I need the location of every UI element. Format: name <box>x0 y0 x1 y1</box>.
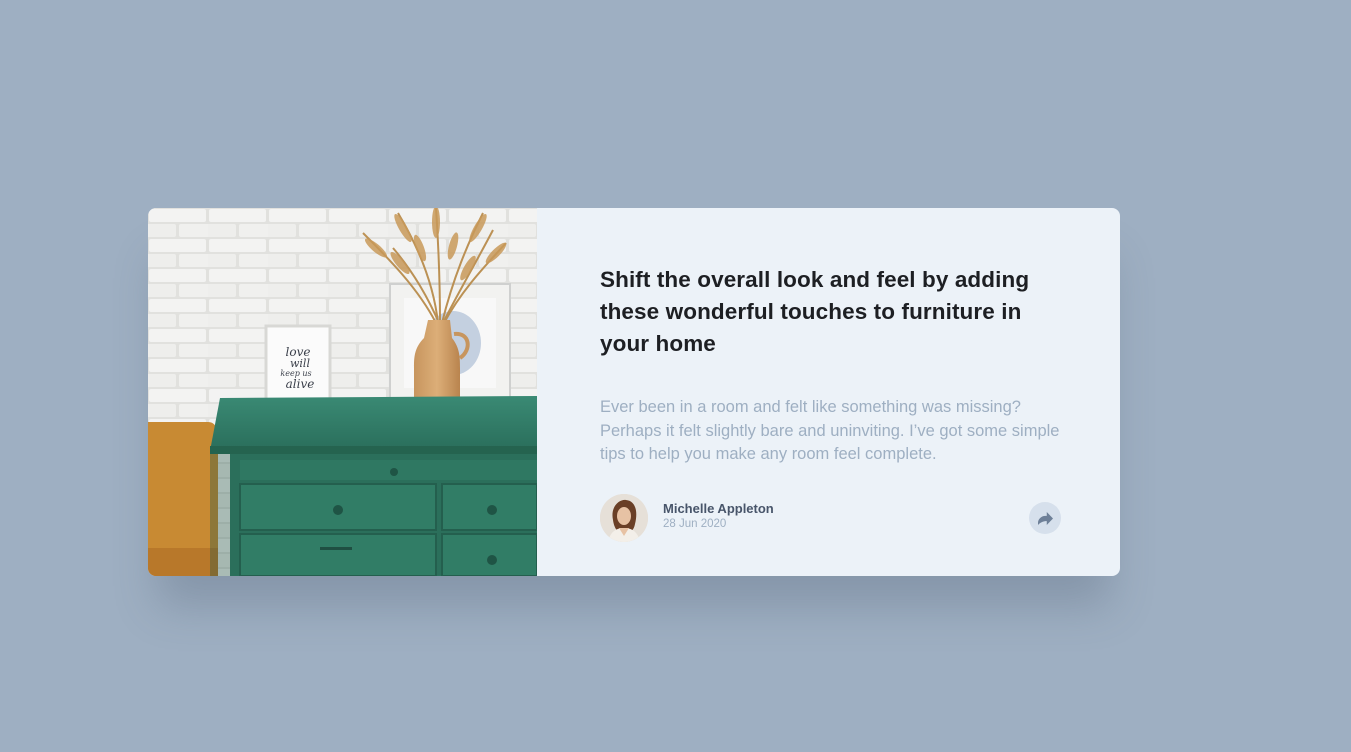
author-name: Michelle Appleton <box>663 501 774 516</box>
share-button[interactable] <box>1029 502 1061 534</box>
article-content: Shift the overall look and feel by addin… <box>537 208 1120 576</box>
share-icon <box>1037 511 1053 525</box>
avatar <box>600 494 648 542</box>
drawers-image: love will keep us alive <box>148 208 537 576</box>
post-date: 28 Jun 2020 <box>663 518 727 530</box>
svg-text:alive: alive <box>286 377 315 391</box>
author-row: Michelle Appleton 28 Jun 2020 <box>600 494 1061 542</box>
article-description: Ever been in a room and felt like someth… <box>600 398 1060 463</box>
article-preview-card: love will keep us alive Shift the overal… <box>148 208 1120 576</box>
article-title: Shift the overall look and feel by addin… <box>600 267 1030 356</box>
